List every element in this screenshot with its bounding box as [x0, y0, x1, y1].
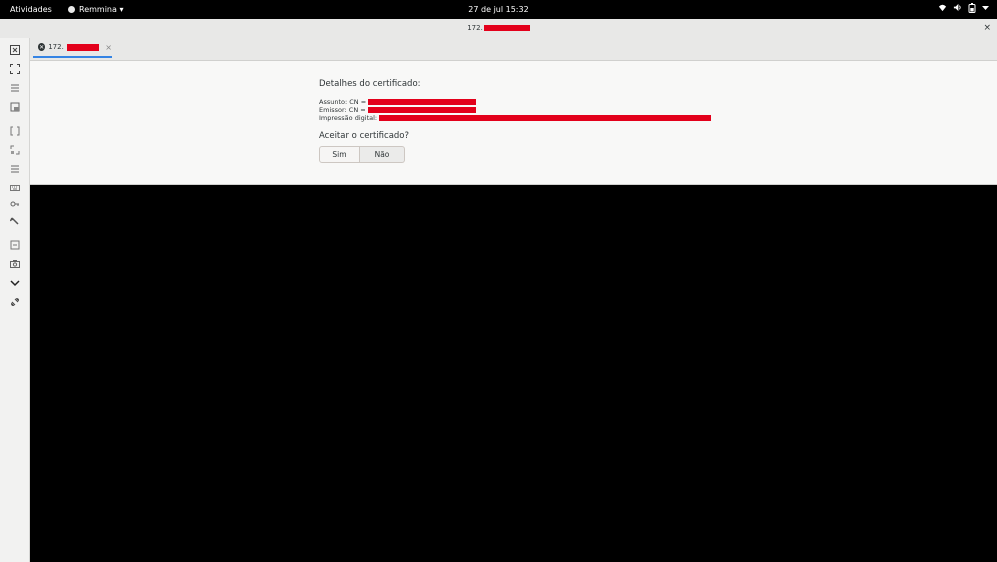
scaled-mode-icon[interactable]	[8, 143, 21, 156]
fingerprint-label: Impressão digital:	[319, 114, 378, 122]
subject-row: Assunto: CN =	[319, 98, 711, 106]
issuer-label: Emissor: CN =	[319, 106, 366, 114]
tab-close-button[interactable]: ×	[105, 43, 112, 52]
battery-icon	[968, 3, 976, 16]
redacted-fingerprint	[379, 115, 712, 121]
redacted-subject	[368, 99, 477, 105]
keyboard-icon[interactable]	[8, 181, 21, 194]
volume-icon	[953, 3, 962, 16]
accept-button-group: Sim Não	[319, 146, 711, 163]
tools-icon[interactable]	[8, 214, 21, 227]
no-button[interactable]: Não	[360, 146, 405, 163]
connection-tab-bar: ✕ 172. ×	[30, 38, 997, 61]
clock[interactable]: 27 de jul 15:32	[0, 5, 997, 14]
redacted-issuer	[367, 107, 476, 113]
certificate-dialog: Detalhes do certificado: Assunto: CN = E…	[319, 79, 712, 163]
subject-label: Assunto: CN =	[319, 98, 367, 106]
window-titlebar: 172. ×	[0, 19, 997, 39]
certificate-title: Detalhes do certificado:	[319, 79, 421, 89]
screenshot-icon[interactable]	[8, 257, 21, 270]
window-close-button[interactable]: ×	[983, 23, 991, 33]
preferences-icon[interactable]	[8, 162, 21, 175]
duplicate-icon[interactable]	[8, 238, 21, 251]
fit-window-icon[interactable]	[8, 62, 21, 75]
menu-icon[interactable]	[8, 81, 21, 94]
fullscreen-icon[interactable]	[8, 43, 21, 56]
chevron-down-icon	[982, 3, 989, 16]
certificate-panel: Detalhes do certificado: Assunto: CN = E…	[30, 61, 997, 185]
gnome-top-bar: Atividades Remmina ▾ 27 de jul 15:32	[0, 0, 997, 19]
connection-status-icon: ✕	[38, 43, 46, 51]
accept-question: Aceitar o certificado?	[319, 131, 410, 141]
disconnect-icon[interactable]	[8, 295, 21, 308]
issuer-row: Emissor: CN =	[319, 106, 711, 114]
redacted-tab-host	[66, 43, 100, 51]
remmina-toolbar	[0, 38, 30, 562]
dynamic-resolution-icon[interactable]	[8, 124, 21, 137]
window-title-text: 172.	[467, 24, 483, 32]
yes-button[interactable]: Sim	[319, 146, 360, 163]
system-tray[interactable]	[938, 3, 989, 16]
remote-desktop-viewport[interactable]	[30, 185, 997, 562]
tab-label: 172.	[48, 43, 64, 51]
window-title: 172.	[0, 24, 997, 32]
fingerprint-row: Impressão digital:	[319, 114, 712, 122]
tab-connection[interactable]: ✕ 172. ×	[33, 38, 112, 58]
redacted-host	[483, 25, 530, 31]
keys-icon[interactable]	[8, 197, 21, 210]
scale-icon[interactable]	[8, 100, 21, 113]
minimize-icon[interactable]	[8, 276, 21, 289]
wifi-icon	[938, 3, 947, 16]
